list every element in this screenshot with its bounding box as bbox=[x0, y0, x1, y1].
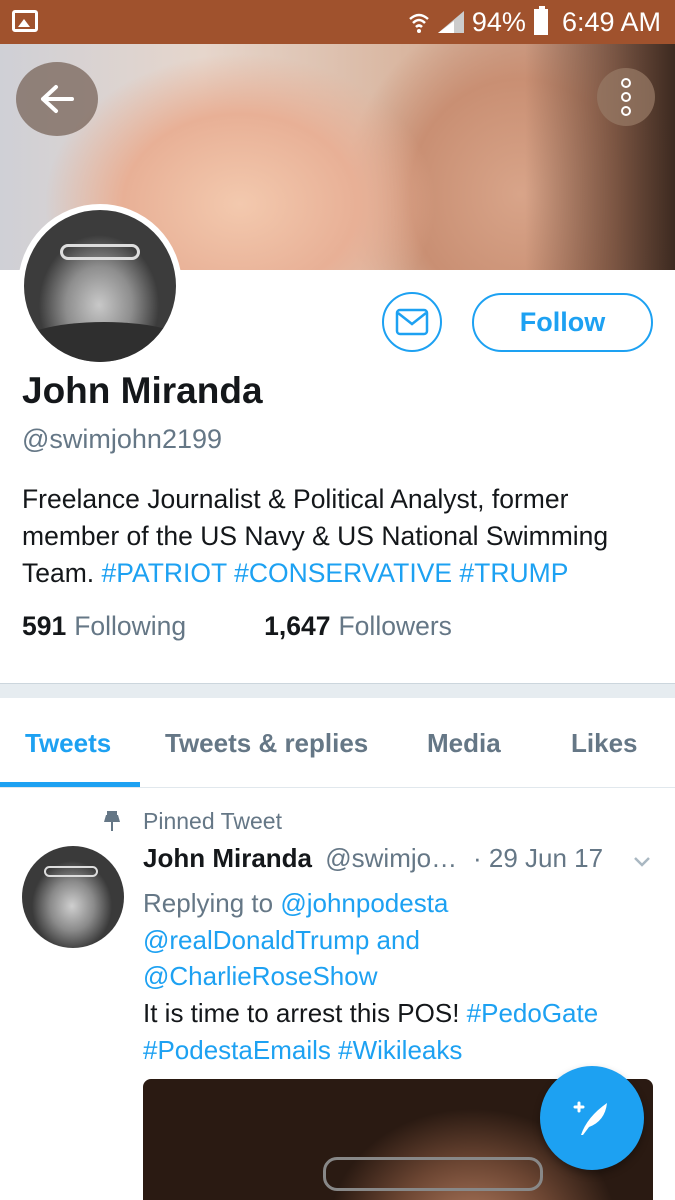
mention-link[interactable]: @realDonaldTrump bbox=[143, 925, 369, 955]
active-tab-indicator bbox=[0, 782, 140, 787]
and-word: and bbox=[376, 924, 420, 955]
tweet-author-handle[interactable]: @swimjo… bbox=[325, 843, 457, 873]
followers-count: 1,647 bbox=[264, 611, 331, 641]
gallery-icon bbox=[12, 10, 38, 32]
tweet-date: · 29 Jun 17 bbox=[473, 843, 604, 873]
replying-to: Replying to @johnpodesta @realDonaldTrum… bbox=[143, 885, 653, 995]
follow-button[interactable]: Follow bbox=[472, 293, 653, 352]
bio-hashtag[interactable]: #PATRIOT bbox=[102, 558, 227, 588]
tweet-author-name[interactable]: John Miranda bbox=[143, 843, 312, 873]
tweet-hashtag[interactable]: #PedoGate bbox=[467, 998, 599, 1028]
bio-hashtag[interactable]: #TRUMP bbox=[459, 558, 568, 588]
banner-photo-detail bbox=[525, 44, 675, 270]
following-label: Following bbox=[74, 611, 187, 641]
followers-stat[interactable]: 1,647 Followers bbox=[264, 611, 452, 642]
tweet-text: It is time to arrest this POS! bbox=[143, 998, 460, 1028]
tweet-hashtag[interactable]: #Wikileaks bbox=[338, 1035, 462, 1065]
profile-bio: Freelance Journalist & Political Analyst… bbox=[22, 481, 652, 592]
more-options-button[interactable] bbox=[597, 68, 655, 126]
media-detail bbox=[323, 1157, 543, 1191]
profile-tabs: Tweets Tweets & replies Media Likes bbox=[0, 698, 675, 788]
mention-link[interactable]: @CharlieRoseShow bbox=[143, 961, 378, 991]
tab-tweets[interactable]: Tweets bbox=[25, 728, 111, 759]
signal-icon bbox=[437, 11, 464, 33]
profile-stats: 591 Following 1,647 Followers bbox=[22, 611, 452, 642]
back-button[interactable] bbox=[16, 62, 98, 136]
following-count: 591 bbox=[22, 611, 67, 641]
tab-tweets-replies[interactable]: Tweets & replies bbox=[165, 728, 368, 759]
bio-hashtag[interactable]: #CONSERVATIVE bbox=[234, 558, 452, 588]
profile-screen: 94% 6:49 AM Follow John Miranda @swimjoh… bbox=[0, 0, 675, 1200]
profile-name: John Miranda bbox=[22, 370, 263, 411]
profile-avatar[interactable] bbox=[18, 204, 182, 368]
clock: 6:49 AM bbox=[561, 6, 661, 37]
envelope-icon bbox=[395, 308, 429, 336]
battery-percent: 94% bbox=[471, 6, 526, 37]
avatar-detail bbox=[24, 322, 176, 362]
more-vertical-icon bbox=[621, 78, 631, 88]
section-divider bbox=[0, 683, 675, 698]
tweet-header: John Miranda @swimjo… · 29 Jun 17 bbox=[143, 843, 653, 874]
replying-prefix: Replying to bbox=[143, 888, 274, 918]
arrow-left-icon bbox=[41, 85, 74, 113]
more-vertical-icon bbox=[621, 92, 631, 102]
profile-handle: @swimjohn2199 bbox=[22, 424, 223, 454]
avatar-detail bbox=[60, 244, 140, 260]
tweet-avatar[interactable] bbox=[22, 846, 124, 948]
message-button[interactable] bbox=[382, 292, 442, 352]
tweet-hashtag[interactable]: #PodestaEmails bbox=[143, 1035, 331, 1065]
tweet-body: It is time to arrest this POS! #PedoGate… bbox=[143, 995, 653, 1068]
status-right: 94% 6:49 AM bbox=[408, 6, 661, 38]
tab-likes[interactable]: Likes bbox=[571, 728, 638, 759]
avatar-detail bbox=[44, 866, 98, 877]
battery-icon bbox=[533, 6, 548, 35]
pinned-tweet-label: Pinned Tweet bbox=[143, 808, 282, 834]
more-vertical-icon bbox=[621, 106, 631, 116]
wifi-icon bbox=[409, 13, 429, 33]
pin-icon bbox=[104, 811, 120, 831]
followers-label: Followers bbox=[338, 611, 452, 641]
chevron-down-icon[interactable] bbox=[633, 855, 651, 869]
compose-tweet-button[interactable] bbox=[540, 1066, 644, 1170]
mention-link[interactable]: @johnpodesta bbox=[280, 888, 448, 918]
status-bar: 94% 6:49 AM bbox=[0, 0, 675, 44]
tab-media[interactable]: Media bbox=[427, 728, 501, 759]
compose-tweet-icon bbox=[573, 1101, 607, 1135]
following-stat[interactable]: 591 Following bbox=[22, 611, 186, 642]
